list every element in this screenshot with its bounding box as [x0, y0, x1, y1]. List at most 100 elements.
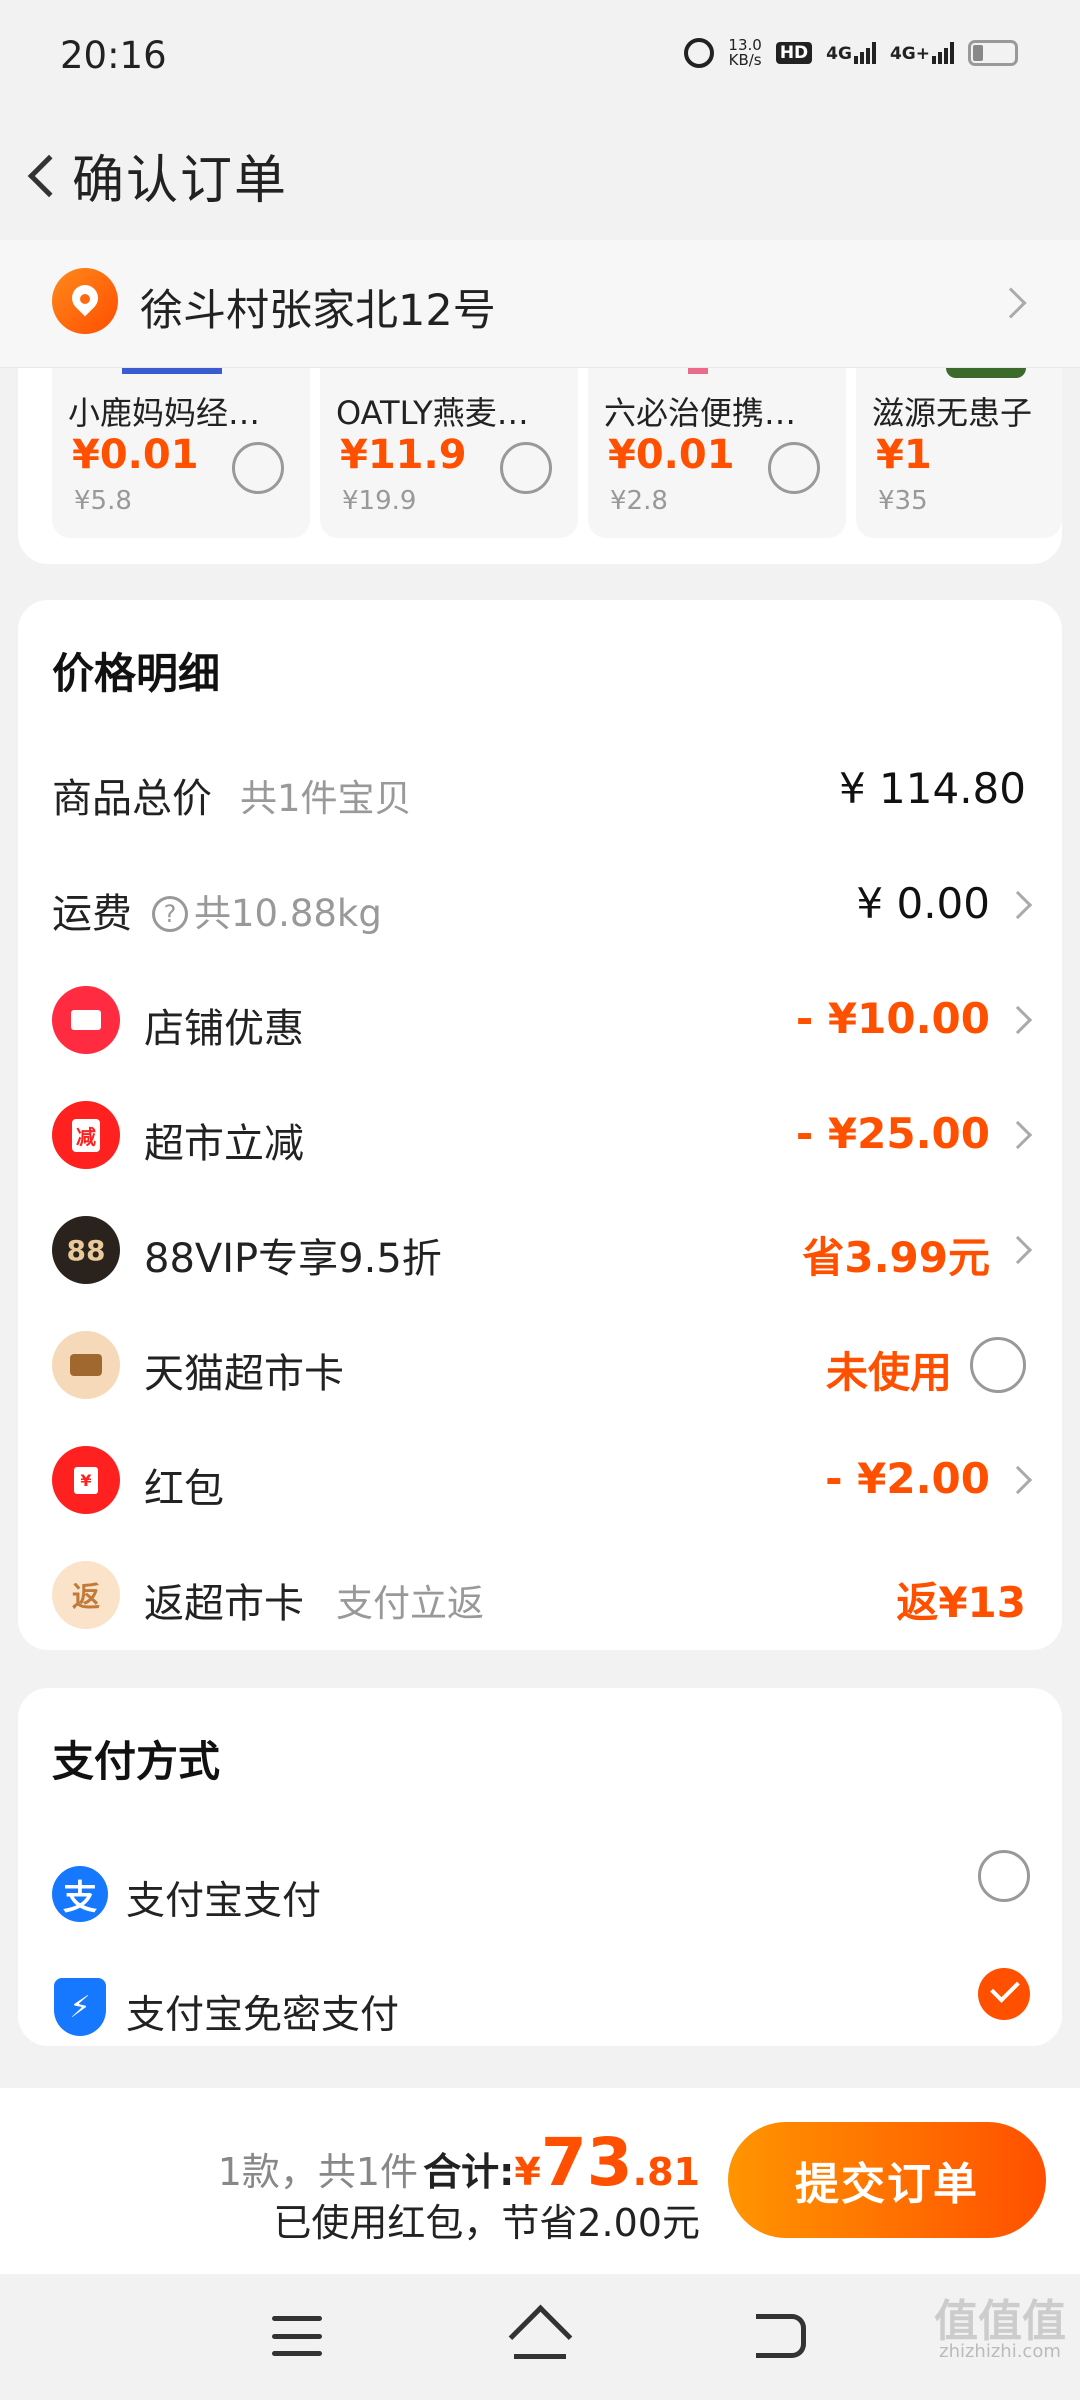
product-original-price: ¥2.8 [610, 486, 668, 516]
cashback-icon: 返 [52, 1561, 120, 1629]
chevron-right-icon [1003, 1465, 1033, 1495]
row-label: 运费 [52, 891, 132, 937]
shield-lightning-icon: ⚡ [54, 1978, 106, 2036]
hd-voice-icon: HD [775, 42, 813, 64]
red-packet-icon-text: ¥ [74, 1466, 98, 1494]
product-price: ¥0.01 [72, 432, 199, 478]
row-value: 返¥13 [896, 1578, 1026, 1627]
status-icons: 13.0 KB/s HD 4G 4G+ [684, 38, 1018, 68]
help-icon[interactable]: ? [152, 896, 188, 932]
order-total-line: 1款，共1件 合计:¥73.81 [218, 2124, 700, 2201]
status-bar: 20:16 13.0 KB/s HD 4G 4G+ [0, 0, 1080, 118]
chevron-right-icon [1003, 1235, 1033, 1265]
row-label: 超市立减 [144, 1121, 304, 1167]
price-row-shipping[interactable]: 运费 ? 共10.88kg ¥ 0.00 [18, 855, 1062, 955]
alarm-icon [684, 38, 715, 68]
total-label: 合计: [423, 2150, 515, 2194]
price-row-subtotal: 商品总价 共1件宝贝 ¥ 114.80 [18, 740, 1062, 840]
chevron-right-icon [1003, 890, 1033, 920]
total-integer: 73 [540, 2124, 633, 2201]
price-detail-title: 价格明细 [52, 649, 221, 698]
network-speed: 13.0 KB/s [728, 38, 761, 68]
product-item[interactable]: OATLY燕麦… ¥11.9 ¥19.9 [320, 368, 578, 538]
home-icon[interactable] [508, 2310, 572, 2364]
row-value: 未使用 [825, 1348, 952, 1397]
product-image-edge [946, 368, 1026, 378]
price-row-red-packet[interactable]: ¥ 红包 - ¥2.00 [18, 1430, 1062, 1530]
row-label: 返超市卡 [144, 1581, 304, 1627]
payment-option-alipay-nopassword[interactable]: 支付宝免密支付 [126, 1984, 399, 2040]
row-sub: 支付立返 [336, 1582, 484, 1625]
red-packet-icon: ¥ [52, 1446, 120, 1514]
row-sub: ? 共10.88kg [152, 883, 382, 937]
product-original-price: ¥19.9 [342, 486, 417, 516]
back-icon[interactable] [756, 2314, 806, 2358]
product-price: ¥1 [876, 432, 932, 478]
row-label: 商品总价 [52, 776, 212, 822]
product-item[interactable]: 六必治便携… ¥0.01 ¥2.8 [588, 368, 846, 538]
signal-icon-1: 4G [826, 42, 876, 64]
back-button[interactable] [8, 136, 78, 216]
product-select-radio[interactable] [500, 442, 552, 494]
row-value: ¥ 0.00 [856, 879, 990, 928]
order-summary-bar: 1款，共1件 合计:¥73.81 已使用红包，节省2.00元 提交订单 [0, 2088, 1080, 2274]
card-icon [52, 1331, 120, 1399]
signal-icon-2: 4G+ [890, 42, 954, 64]
row-label: 天猫超市卡 [144, 1351, 344, 1397]
product-select-radio[interactable] [768, 442, 820, 494]
alipay-icon: 支 [52, 1866, 108, 1922]
product-price: ¥0.01 [608, 432, 735, 478]
chevron-right-icon [1003, 1120, 1033, 1150]
row-value: 省3.99元 [802, 1233, 990, 1282]
address-bar[interactable]: 徐斗村张家北12号 [0, 240, 1080, 368]
price-detail-card: 价格明细 商品总价 共1件宝贝 ¥ 114.80 运费 ? 共10.88kg ¥ … [18, 600, 1062, 1650]
payment-method-title: 支付方式 [52, 1737, 221, 1786]
total-decimal: .81 [632, 2150, 700, 2194]
price-row-store-discount[interactable]: 店铺优惠 - ¥10.00 [18, 970, 1062, 1070]
back-arrow-icon [27, 154, 71, 198]
row-value: - ¥25.00 [795, 1109, 990, 1158]
title-bar: 确认订单 [0, 118, 1080, 240]
shipping-weight: 共10.88kg [194, 892, 382, 935]
checkmark-selected-icon[interactable] [978, 1968, 1030, 2020]
coupon-ticket-icon [52, 986, 120, 1054]
payment-method-card: 支付方式 支 支付宝支付 ⚡ 支付宝免密支付 [18, 1688, 1062, 2046]
price-row-market-discount[interactable]: 减 超市立减 - ¥25.00 [18, 1085, 1062, 1185]
product-name: 滋源无患子 [872, 394, 1033, 432]
watermark-main: 值值值 [934, 2296, 1066, 2347]
row-value: - ¥2.00 [825, 1454, 990, 1503]
row-value: ¥ 114.80 [838, 764, 1026, 813]
status-time: 20:16 [60, 34, 167, 77]
chevron-right-icon [1003, 1005, 1033, 1035]
network-type-2: 4G+ [889, 44, 930, 64]
product-original-price: ¥5.8 [74, 486, 132, 516]
product-name: 小鹿妈妈经… [68, 394, 261, 432]
price-row-88vip[interactable]: 88 88VIP专享9.5折 省3.99元 [18, 1200, 1062, 1300]
network-speed-unit: KB/s [728, 51, 762, 69]
network-type-1: 4G [826, 44, 852, 64]
total-currency: ¥ [514, 2150, 541, 2194]
payment-option-alipay[interactable]: 支付宝支付 [126, 1870, 321, 1926]
product-select-radio[interactable] [232, 442, 284, 494]
discount-icon-text: 减 [72, 1118, 100, 1152]
address-text: 徐斗村张家北12号 [140, 286, 496, 336]
row-sub: 共1件宝贝 [240, 777, 412, 820]
product-item[interactable]: 小鹿妈妈经… ¥0.01 ¥5.8 [52, 368, 310, 538]
price-row-cashback: 返 返超市卡 支付立返 返¥13 [18, 1545, 1062, 1645]
page-title: 确认订单 [72, 151, 289, 211]
battery-icon [968, 40, 1018, 66]
watermark: 值值值 zhizhizhi.com [934, 2300, 1066, 2362]
product-item[interactable]: 滋源无患子 ¥1 ¥35 [856, 368, 1062, 538]
product-name: OATLY燕麦… [336, 394, 529, 432]
product-image-edge [122, 368, 222, 374]
price-row-market-card[interactable]: 天猫超市卡 未使用 [18, 1315, 1062, 1415]
alipay-radio[interactable] [978, 1850, 1030, 1902]
product-name: 六必治便携… [604, 394, 797, 432]
market-card-radio[interactable] [970, 1337, 1026, 1393]
system-nav-bar: 值值值 zhizhizhi.com [0, 2274, 1080, 2400]
menu-icon[interactable] [272, 2316, 322, 2356]
submit-order-button[interactable]: 提交订单 [728, 2122, 1046, 2238]
watermark-sub: zhizhizhi.com [939, 2341, 1061, 2362]
row-label: 店铺优惠 [144, 1006, 304, 1052]
add-on-products-card: 小鹿妈妈经… ¥0.01 ¥5.8 OATLY燕麦… ¥11.9 ¥19.9 六… [18, 368, 1062, 564]
